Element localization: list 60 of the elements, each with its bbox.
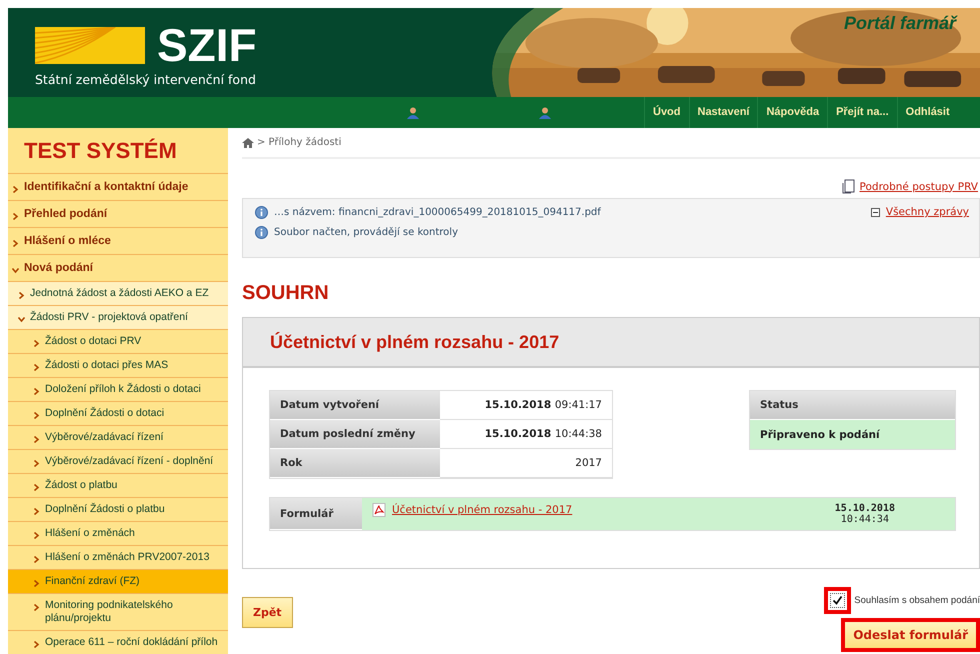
back-button[interactable]: Zpět — [242, 597, 293, 628]
nav-link[interactable]: Úvod — [644, 97, 688, 128]
form-link[interactable]: Účetnictví v plném rozsahu - 2017 — [392, 504, 572, 516]
home-icon[interactable] — [242, 138, 254, 148]
chevron-right-icon — [33, 532, 40, 539]
checkmark-icon — [832, 595, 844, 606]
chevron-down-icon — [12, 267, 19, 274]
column-header: Status — [750, 391, 955, 420]
form-time: 10:44:34 — [840, 514, 889, 525]
nav-link[interactable]: Odhlásit — [896, 97, 958, 128]
nav-link[interactable]: Nastavení — [688, 97, 758, 128]
sidebar-item[interactable]: Žádosti PRV - projektová opatření — [8, 306, 228, 330]
agree-checkbox[interactable] — [824, 587, 852, 614]
portal-title: Portál farmář — [844, 13, 956, 34]
submit-button[interactable]: Odeslat formulář — [841, 618, 980, 652]
chevron-right-icon — [33, 641, 40, 648]
chevron-down-icon — [18, 316, 25, 323]
row-label: Rok — [270, 449, 440, 478]
field-logo-icon — [35, 26, 145, 64]
collapse-icon[interactable] — [870, 208, 880, 216]
all-messages-link[interactable]: Všechny zprávy — [886, 206, 969, 218]
info-icon — [255, 206, 268, 219]
user-icon[interactable] — [406, 106, 420, 118]
info-icon — [255, 226, 268, 239]
nav-link[interactable]: Přejít na... — [827, 97, 897, 128]
chevron-right-icon — [33, 460, 40, 467]
row-label: Datum vytvoření — [270, 391, 440, 420]
chevron-right-icon — [33, 484, 40, 491]
chevron-right-icon — [33, 508, 40, 515]
section-title: SOUHRN — [242, 282, 330, 305]
chevron-right-icon — [33, 340, 40, 347]
sidebar-item[interactable]: Finanční zdraví (FZ) — [8, 570, 228, 594]
row-label: Datum poslední změny — [270, 420, 440, 449]
chevron-right-icon — [12, 186, 19, 193]
chevron-right-icon — [33, 388, 40, 395]
chevron-right-icon — [33, 604, 40, 611]
logo-text: SZIF — [157, 22, 257, 68]
message-text: …s názvem: financni_zdravi_1000065499_20181015_094117.pdf — [274, 207, 601, 218]
chevron-right-icon — [33, 556, 40, 563]
logo-subtitle: Státní zemědělský intervenční fond — [35, 72, 257, 87]
nav-link[interactable]: Nápověda — [757, 97, 828, 128]
user-icon[interactable] — [538, 106, 552, 118]
row-label: Formulář — [270, 498, 362, 530]
help-link[interactable]: Podrobné postupy PRV — [860, 180, 978, 192]
chevron-right-icon — [33, 412, 40, 419]
document-icon — [842, 179, 856, 194]
breadcrumb: > Přílohy žádosti — [257, 137, 342, 148]
chevron-right-icon — [12, 240, 19, 247]
card-title: Účetnictví v plném rozsahu - 2017 — [270, 332, 560, 352]
chevron-right-icon — [18, 292, 25, 299]
agree-label: Souhlasím s obsahem podání — [854, 595, 980, 606]
pdf-icon — [372, 503, 386, 517]
chevron-right-icon — [33, 436, 40, 443]
chevron-right-icon — [33, 580, 40, 587]
message-text: Soubor načten, provádějí se kontroly — [274, 227, 458, 238]
chevron-right-icon — [33, 364, 40, 371]
chevron-right-icon — [12, 213, 19, 220]
sidebar-item[interactable]: Jednotná žádost a žádosti AEKO a EZ — [8, 282, 228, 306]
status-value: Připraveno k podání — [750, 420, 955, 449]
form-date: 15.10.2018 — [834, 503, 895, 514]
